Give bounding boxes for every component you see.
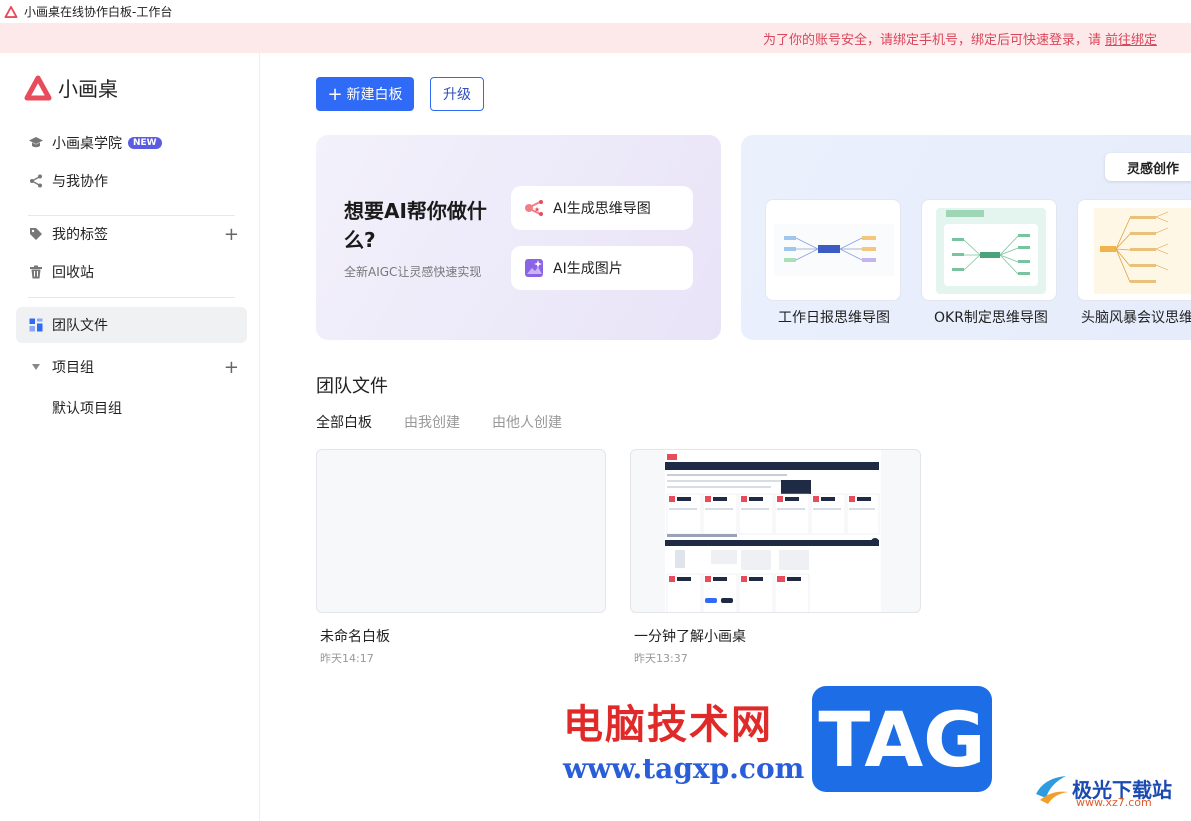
bind-phone-link[interactable]: 前往绑定	[1105, 29, 1157, 48]
sidebar-item-default-project[interactable]: 默认项目组	[52, 398, 122, 418]
file-time: 昨天13:37	[634, 652, 688, 665]
sidebar-item-collab[interactable]: 与我协作	[16, 163, 247, 199]
inspiration-card: 灵感创作 工作日报思维导图 OKR制定思维导图 头脑风暴会议思维	[741, 135, 1191, 340]
ai-image-button[interactable]: AI生成图片	[511, 246, 693, 290]
ai-card-title: 想要AI帮你做什么?	[344, 199, 487, 252]
share-icon	[28, 173, 44, 189]
ai-mindmap-button[interactable]: AI生成思维导图	[511, 186, 693, 230]
ai-mindmap-label: AI生成思维导图	[553, 201, 651, 217]
app-logo-icon	[4, 5, 18, 18]
aurora-logo-icon	[1036, 776, 1068, 804]
sidebar-item-label: 我的标签	[52, 227, 108, 243]
template-preview-brainstorm	[1094, 208, 1191, 294]
window-titlebar: 小画桌在线协作白板-工作台	[0, 0, 1191, 23]
template-name[interactable]: 头脑风暴会议思维	[1081, 307, 1191, 327]
trash-icon	[28, 264, 44, 280]
sparkle-mindmap-icon	[525, 200, 543, 216]
watermark-tag-logo: TAG	[812, 686, 992, 792]
brand-name: 小画桌	[58, 77, 118, 101]
add-tag-button[interactable]: +	[224, 224, 239, 245]
template-preview-okr	[936, 208, 1046, 294]
file-preview-intro	[665, 450, 881, 612]
banner-message: 为了你的账号安全，请绑定手机号，绑定后可快速登录，请	[762, 32, 1101, 48]
watermark-brand2-url: www.xz7.com	[1076, 796, 1152, 809]
brand-logo-icon	[24, 75, 52, 100]
sidebar-item-label: 回收站	[52, 265, 94, 281]
upgrade-button[interactable]: 升级	[430, 77, 484, 111]
new-badge: NEW	[128, 137, 162, 149]
watermark-site-name: 电脑技术网	[563, 701, 773, 748]
ai-card-subtitle: 全新AIGC让灵感快速实现	[344, 265, 482, 279]
sidebar-item-tags[interactable]: 我的标签 +	[16, 216, 247, 252]
add-project-group-button[interactable]: +	[224, 357, 239, 378]
tab-all-boards[interactable]: 全部白板	[316, 412, 372, 432]
template-thumbnail[interactable]	[1077, 199, 1191, 301]
plus-icon: +	[327, 83, 343, 105]
watermark-site-url: www.tagxp.com	[563, 752, 805, 785]
sidebar-item-trash[interactable]: 回收站	[16, 254, 247, 290]
template-thumbnail[interactable]	[921, 199, 1057, 301]
sidebar-item-label: 小画桌学院	[52, 136, 122, 152]
sidebar-item-label: 与我协作	[52, 174, 108, 190]
sidebar-item-label: 项目组	[52, 360, 94, 376]
new-board-label: 新建白板	[346, 87, 403, 103]
tab-created-by-me[interactable]: 由我创建	[404, 412, 460, 432]
sidebar-item-label: 团队文件	[52, 318, 108, 334]
sidebar-item-academy[interactable]: 小画桌学院 NEW	[16, 125, 247, 161]
sidebar-divider	[28, 297, 235, 298]
sidebar-item-project-group[interactable]: 项目组 +	[16, 349, 247, 385]
section-title: 团队文件	[316, 376, 388, 397]
new-board-button[interactable]: + 新建白板	[316, 77, 414, 111]
inspiration-tag[interactable]: 灵感创作	[1105, 153, 1191, 181]
ai-card: 想要AI帮你做什么? 全新AIGC让灵感快速实现 AI生成思维导图 AI生成图片	[316, 135, 721, 340]
caret-down-icon	[28, 359, 44, 375]
sidebar-item-team-files[interactable]: 团队文件	[16, 307, 247, 343]
brand-logo[interactable]: 小画桌	[24, 73, 118, 102]
file-name[interactable]: 未命名白板	[320, 626, 390, 646]
security-banner: 为了你的账号安全，请绑定手机号，绑定后可快速登录，请 前往绑定	[0, 23, 1191, 53]
sparkle-image-icon	[525, 259, 543, 277]
sidebar: 小画桌 小画桌学院 NEW 与我协作 我的标签 + 回收站 团队文件 项目组 +…	[0, 53, 260, 821]
ai-image-label: AI生成图片	[553, 261, 623, 277]
file-thumbnail[interactable]	[316, 449, 606, 613]
template-name[interactable]: 工作日报思维导图	[778, 307, 890, 327]
file-time: 昨天14:17	[320, 652, 374, 665]
file-thumbnail[interactable]	[630, 449, 921, 613]
grid-icon	[28, 317, 44, 333]
tag-icon	[28, 226, 44, 242]
graduation-cap-icon	[28, 135, 44, 151]
window-title: 小画桌在线协作白板-工作台	[24, 5, 173, 19]
template-preview-mindmap	[774, 224, 894, 276]
template-name[interactable]: OKR制定思维导图	[934, 307, 1048, 327]
template-thumbnail[interactable]	[765, 199, 901, 301]
watermark-brand2: 极光下载站 www.xz7.com	[1032, 768, 1172, 809]
file-name[interactable]: 一分钟了解小画桌	[634, 626, 746, 646]
tab-created-by-others[interactable]: 由他人创建	[492, 412, 562, 432]
